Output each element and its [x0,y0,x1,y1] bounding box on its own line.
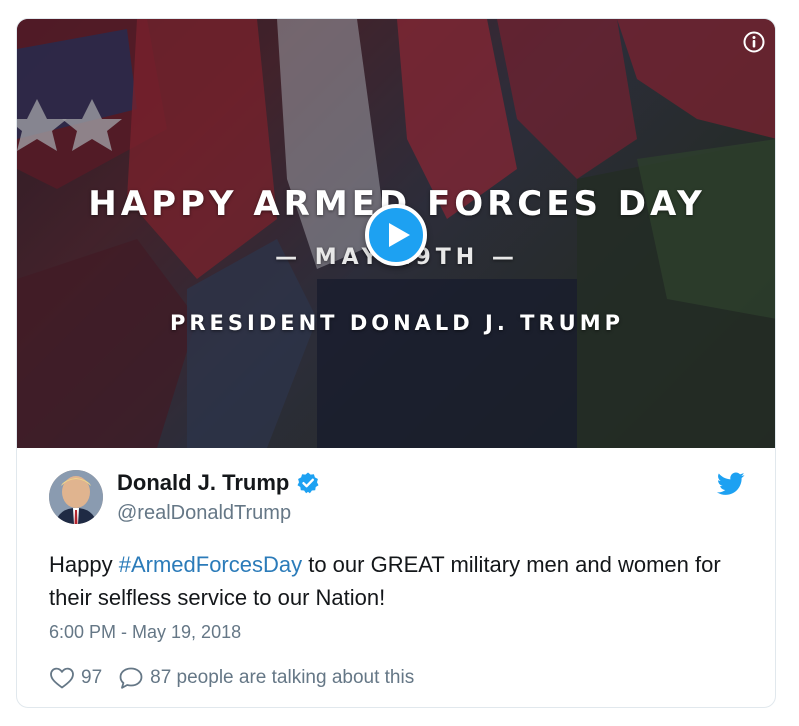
play-icon [389,223,410,247]
info-icon[interactable] [743,31,765,53]
tweet-text-prefix: Happy [49,552,119,577]
video-thumbnail[interactable]: HAPPY ARMED FORCES DAY — MAY 19TH — PRES… [17,19,775,448]
twitter-bird-icon[interactable] [717,472,745,496]
verified-badge-icon [297,472,319,494]
video-credit: PRESIDENT DONALD J. TRUMP [169,311,624,335]
heart-icon[interactable] [49,666,75,690]
reply-bubble-icon[interactable] [118,666,144,690]
tweet-card: HAPPY ARMED FORCES DAY — MAY 19TH — PRES… [16,18,776,708]
like-count[interactable]: 97 [81,667,102,689]
author-name-row: Donald J. Trump [117,470,320,496]
talking-count[interactable]: 87 people are talking about this [150,667,414,689]
hashtag-link[interactable]: #ArmedForcesDay [119,552,302,577]
author-handle[interactable]: @realDonaldTrump [117,502,291,525]
tweet-text: Happy #ArmedForcesDay to our GREAT milit… [49,548,739,614]
play-button[interactable] [365,204,427,266]
avatar[interactable] [49,470,103,524]
tweet-timestamp[interactable]: 6:00 PM - May 19, 2018 [49,622,241,643]
tweet-actions: 97 87 people are talking about this [49,666,414,690]
tweet-body: Donald J. Trump @realDonaldTrump Happy #… [17,448,775,707]
author-display-name[interactable]: Donald J. Trump [117,470,289,496]
